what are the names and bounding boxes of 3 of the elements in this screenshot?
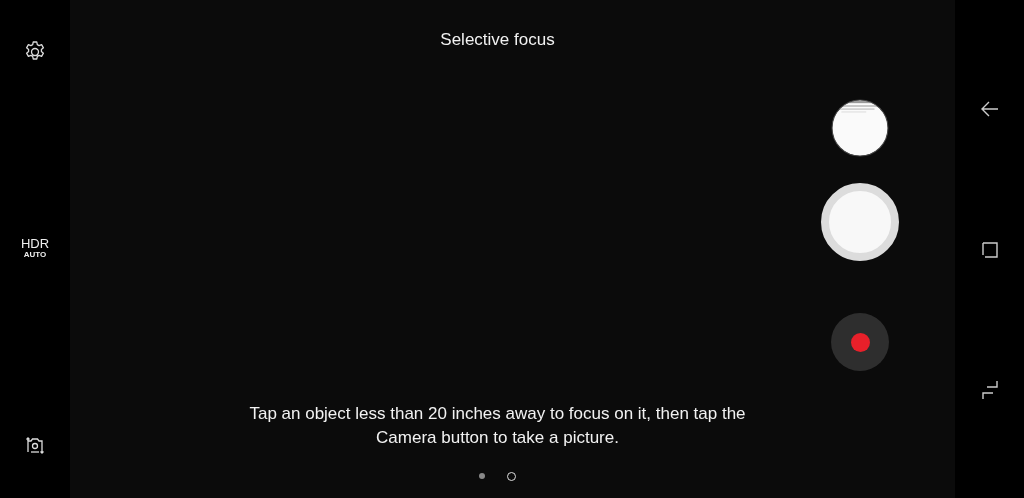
hdr-button[interactable]: HDR AUTO [20, 237, 50, 259]
hint-text: Tap an object less than 20 inches away to focus on it, then tap the Camera button to take a picture. [248, 403, 747, 449]
mode-title: Selective focus [440, 30, 555, 50]
